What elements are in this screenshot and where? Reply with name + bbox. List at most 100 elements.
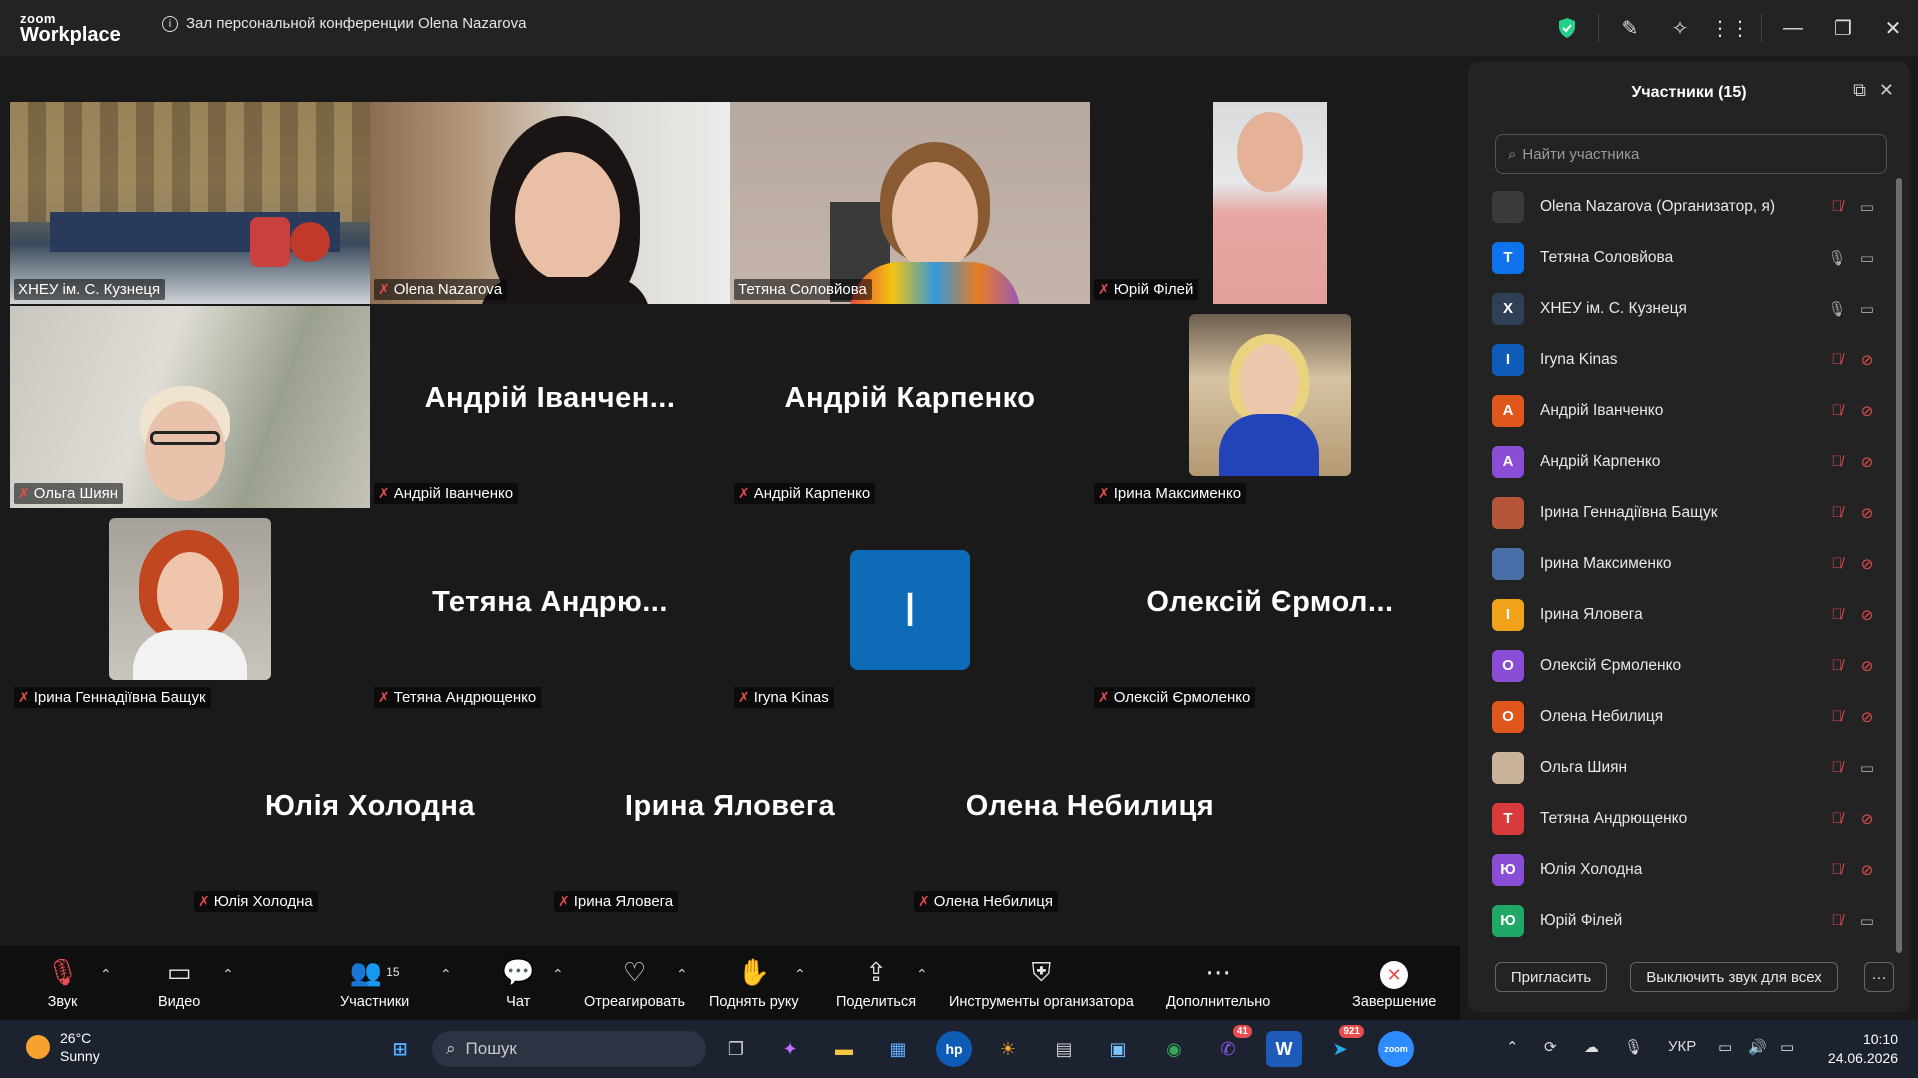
muted-mic-icon[interactable]: 🎙̸: [1822, 912, 1852, 929]
video-camera-icon[interactable]: ▭: [1852, 759, 1882, 777]
chrome-icon[interactable]: ◉: [1156, 1031, 1192, 1067]
audio-options-caret[interactable]: ⌃: [100, 966, 112, 983]
muted-mic-icon[interactable]: 🎙̸: [1822, 555, 1852, 572]
video-off-icon[interactable]: ⊘: [1852, 810, 1882, 828]
copilot-icon[interactable]: ✦: [772, 1031, 808, 1067]
end-meeting-button[interactable]: ✕ Завершение: [1352, 954, 1436, 1010]
weather-widget[interactable]: 26°C Sunny: [26, 1029, 100, 1065]
video-camera-icon[interactable]: ▭: [1852, 249, 1882, 267]
chat-options-caret[interactable]: ⌃: [552, 966, 564, 983]
mic-icon[interactable]: 🎙: [1822, 300, 1852, 318]
display-icon[interactable]: ▭: [1718, 1038, 1732, 1056]
raise-hand-button[interactable]: ✋ Поднять руку: [709, 954, 799, 1010]
share-button[interactable]: ⇪ Поделиться: [836, 954, 916, 1010]
participant-row[interactable]: Ю Юлія Холодна 🎙̸ ⊘: [1492, 844, 1882, 895]
sync-icon[interactable]: ⟳: [1544, 1038, 1557, 1056]
participant-row[interactable]: Ю Юрій Філей 🎙̸ ▭: [1492, 895, 1882, 946]
video-tile[interactable]: Тетяна Андрю... ✗ Тетяна Андрющенко: [370, 510, 730, 712]
muted-mic-icon[interactable]: 🎙̸: [1822, 606, 1852, 623]
video-tile[interactable]: ✗ Юрій Філей: [1090, 102, 1450, 304]
video-tile[interactable]: Олексій Єрмол... ✗ Олексій Єрмоленко: [1090, 510, 1450, 712]
video-tile[interactable]: I ✗ Iryna Kinas: [730, 510, 1090, 712]
participant-row[interactable]: Ірина Максименко 🎙̸ ⊘: [1492, 538, 1882, 589]
video-tile-active-speaker[interactable]: Тетяна Соловйова: [730, 102, 1090, 304]
participant-row[interactable]: О Олена Небилиця 🎙̸ ⊘: [1492, 691, 1882, 742]
participant-row[interactable]: I Iryna Kinas 🎙̸ ⊘: [1492, 334, 1882, 385]
video-tile[interactable]: ✗ Ольга Шиян: [10, 306, 370, 508]
muted-mic-icon[interactable]: 🎙̸: [1822, 708, 1852, 725]
react-options-caret[interactable]: ⌃: [676, 966, 688, 983]
language-indicator[interactable]: УКР: [1668, 1038, 1696, 1055]
scrollbar[interactable]: [1896, 178, 1902, 953]
video-options-caret[interactable]: ⌃: [222, 966, 234, 983]
microphone-icon[interactable]: 🎙: [1624, 1038, 1643, 1056]
telegram-icon[interactable]: ➤ 921: [1322, 1025, 1364, 1067]
taskbar-search-input[interactable]: ⌕ Пошук: [432, 1031, 706, 1067]
video-tile[interactable]: Ірина Яловега ✗ Ірина Яловега: [550, 714, 910, 916]
participant-row[interactable]: Т Тетяна Соловйова 🎙 ▭: [1492, 232, 1882, 283]
video-camera-icon[interactable]: ▭: [1852, 912, 1882, 930]
pencil-icon[interactable]: ✎: [1605, 0, 1655, 56]
video-camera-icon[interactable]: ▭: [1852, 198, 1882, 216]
video-button[interactable]: ▭ Видео: [158, 954, 200, 1010]
video-off-icon[interactable]: ⊘: [1852, 504, 1882, 522]
minimize-icon[interactable]: —: [1768, 0, 1818, 56]
video-off-icon[interactable]: ⊘: [1852, 606, 1882, 624]
meeting-title[interactable]: i Зал персональной конференции Olena Naz…: [162, 15, 526, 32]
info-icon[interactable]: i: [162, 15, 178, 32]
participant-search-input[interactable]: ⌕ Найти участника: [1495, 134, 1887, 174]
participant-row[interactable]: Ольга Шиян 🎙̸ ▭: [1492, 742, 1882, 793]
video-off-icon[interactable]: ⊘: [1852, 555, 1882, 573]
viber-icon[interactable]: ✆ 41: [1210, 1025, 1252, 1067]
task-view-icon[interactable]: ❐: [718, 1031, 754, 1067]
video-tile[interactable]: ✗ Ірина Геннадіївна Бащук: [10, 510, 370, 712]
system-clock[interactable]: 10:10 24.06.2026: [1828, 1030, 1898, 1068]
battery-icon[interactable]: ▭: [1780, 1038, 1794, 1056]
windows-start-icon[interactable]: ⊞: [382, 1031, 418, 1067]
video-off-icon[interactable]: ⊘: [1852, 861, 1882, 879]
video-off-icon[interactable]: ⊘: [1852, 657, 1882, 675]
cloud-icon[interactable]: ☁: [1584, 1038, 1599, 1056]
ai-sparkle-icon[interactable]: ✧: [1655, 0, 1705, 56]
video-off-icon[interactable]: ⊘: [1852, 453, 1882, 471]
share-options-caret[interactable]: ⌃: [916, 966, 928, 983]
video-tile[interactable]: ХНЕУ ім. С. Кузнеця: [10, 102, 370, 304]
invite-button[interactable]: Пригласить: [1495, 962, 1607, 992]
hp-icon[interactable]: hp: [936, 1031, 972, 1067]
zoom-app-icon[interactable]: zoom: [1378, 1031, 1414, 1067]
muted-mic-icon[interactable]: 🎙̸: [1822, 351, 1852, 368]
muted-mic-icon[interactable]: 🎙̸: [1822, 657, 1852, 674]
participant-row[interactable]: І Ірина Яловега 🎙̸ ⊘: [1492, 589, 1882, 640]
react-button[interactable]: ♡ Отреагировать: [584, 954, 685, 1010]
control-panel-icon[interactable]: ▣: [1100, 1031, 1136, 1067]
participants-options-caret[interactable]: ⌃: [440, 966, 452, 983]
video-tile[interactable]: Олена Небилиця ✗ Олена Небилиця: [910, 714, 1270, 916]
close-window-icon[interactable]: ✕: [1868, 0, 1918, 56]
calculator-icon[interactable]: ▤: [1046, 1031, 1082, 1067]
host-tools-button[interactable]: ⛨ Инструменты организатора: [949, 954, 1134, 1010]
volume-icon[interactable]: 🔊: [1748, 1038, 1767, 1056]
more-options-button[interactable]: ···: [1864, 962, 1894, 992]
video-tile[interactable]: ✗ Ірина Максименко: [1090, 306, 1450, 508]
muted-mic-icon[interactable]: 🎙̸: [1822, 759, 1852, 776]
mute-all-button[interactable]: Выключить звук для всех: [1630, 962, 1838, 992]
raise-hand-options-caret[interactable]: ⌃: [794, 966, 806, 983]
video-tile[interactable]: Андрій Іванчен... ✗ Андрій Іванченко: [370, 306, 730, 508]
chat-button[interactable]: 💬 Чат: [502, 954, 534, 1010]
participant-row[interactable]: Х ХНЕУ ім. С. Кузнеця 🎙 ▭: [1492, 283, 1882, 334]
muted-mic-icon[interactable]: 🎙̸: [1822, 198, 1852, 215]
video-tile[interactable]: ✗ Olena Nazarova: [370, 102, 730, 304]
pop-out-icon[interactable]: ⧉: [1853, 80, 1866, 101]
video-off-icon[interactable]: ⊘: [1852, 708, 1882, 726]
participant-row[interactable]: Ірина Геннадіївна Бащук 🎙̸ ⊘: [1492, 487, 1882, 538]
audio-button[interactable]: 🎙 Звук: [46, 954, 79, 1010]
video-camera-icon[interactable]: ▭: [1852, 300, 1882, 318]
close-panel-icon[interactable]: ✕: [1879, 80, 1894, 101]
muted-mic-icon[interactable]: 🎙̸: [1822, 402, 1852, 419]
participants-button[interactable]: 👥 15 Участники: [340, 954, 409, 1010]
participant-row[interactable]: Olena Nazarova (Организатор, я) 🎙̸ ▭: [1492, 181, 1882, 232]
apps-grid-icon[interactable]: ⋮⋮: [1705, 0, 1755, 56]
more-button[interactable]: ⋯ Дополнительно: [1166, 954, 1270, 1010]
store-icon[interactable]: ▦: [880, 1031, 916, 1067]
encryption-shield-icon[interactable]: [1542, 0, 1592, 56]
